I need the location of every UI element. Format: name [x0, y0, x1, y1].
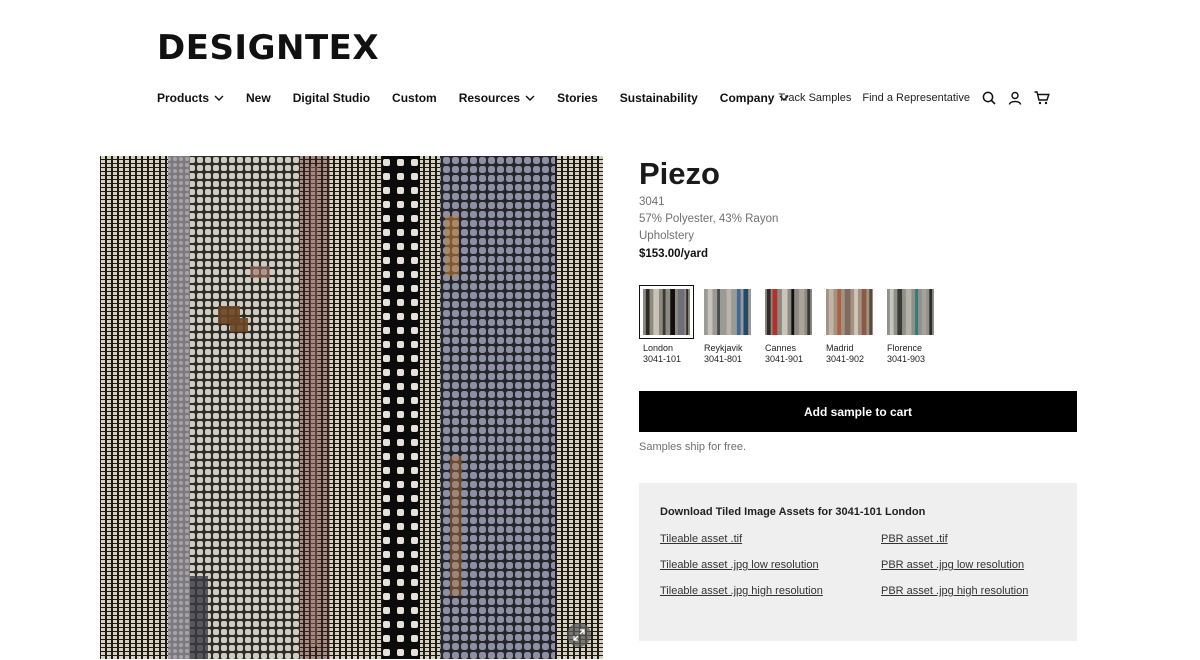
product-image[interactable]	[100, 156, 603, 659]
expand-icon	[573, 629, 585, 641]
pbr-jpg-high-link[interactable]: PBR asset .jpg high resolution	[881, 585, 1081, 597]
swatch-image	[700, 285, 755, 339]
swatch-name: London	[643, 343, 674, 353]
tileable-jpg-low-link[interactable]: Tileable asset .jpg low resolution	[660, 559, 881, 571]
swatch-name: Reykjavik	[704, 343, 743, 353]
swatch-image	[883, 285, 938, 339]
utility-nav: Track Samples Find a Representative	[767, 89, 1050, 107]
nav-products-label: Products	[157, 91, 210, 105]
download-assets-panel: Download Tiled Image Assets for 3041-101…	[639, 483, 1077, 641]
download-assets-title: Download Tiled Image Assets for 3041-101…	[660, 506, 926, 518]
nav-stories[interactable]: Stories	[557, 91, 598, 105]
nav-digital-studio-label: Digital Studio	[292, 91, 371, 105]
nav-new-label: New	[246, 91, 271, 105]
download-links: Tileable asset .tif PBR asset .tif Tilea…	[660, 533, 1056, 597]
pbr-jpg-low-link[interactable]: PBR asset .jpg low resolution	[881, 559, 1081, 571]
nav-new[interactable]: New	[246, 91, 271, 105]
swatch-florence[interactable]: Florence 3041-903	[883, 285, 938, 365]
swatch-image	[761, 285, 816, 339]
swatch-image	[639, 285, 694, 339]
swatch-name: Madrid	[826, 343, 854, 353]
product-number: 3041	[639, 196, 665, 208]
nav-stories-label: Stories	[557, 91, 598, 105]
product-price: $153.00/yard	[639, 248, 709, 260]
product-title: Piezo	[639, 156, 720, 191]
fabric-texture-image	[100, 156, 603, 659]
swatch-cannes[interactable]: Cannes 3041-901	[761, 285, 816, 365]
nav-resources-label: Resources	[458, 91, 521, 105]
nav-products[interactable]: Products	[157, 91, 224, 105]
chevron-down-icon	[214, 95, 224, 101]
nav-custom[interactable]: Custom	[392, 91, 437, 105]
product-details: Piezo 3041 57% Polyester, 43% Rayon Upho…	[639, 156, 1079, 641]
swatch-image	[822, 285, 877, 339]
nav-sustainability[interactable]: Sustainability	[620, 91, 698, 105]
search-icon[interactable]	[982, 91, 996, 105]
product-content: 57% Polyester, 43% Rayon	[639, 213, 779, 225]
swatch-madrid[interactable]: Madrid 3041-902	[822, 285, 877, 365]
track-samples-link[interactable]: Track Samples	[778, 92, 851, 104]
nav-sustainability-label: Sustainability	[619, 91, 698, 105]
swatch-reykjavik[interactable]: Reykjavik 3041-801	[700, 285, 755, 365]
swatch-name: Cannes	[765, 343, 797, 353]
nav-custom-label: Custom	[392, 91, 437, 105]
designtex-logo[interactable]: DESIGNTEX	[157, 30, 379, 66]
swatch-code: 3041-101	[643, 354, 682, 364]
product-application: Upholstery	[639, 230, 694, 242]
colorway-swatches: London 3041-101 Reykjavik 3041-801 Canne…	[639, 285, 1079, 365]
swatch-code: 3041-901	[765, 354, 804, 364]
user-icon[interactable]	[1008, 91, 1022, 105]
main-nav: Products New Digital Studio Custom Resou…	[157, 89, 811, 107]
swatch-name: Florence	[887, 343, 923, 353]
chevron-down-icon	[525, 95, 535, 101]
nav-company-label: Company	[719, 91, 775, 105]
swatch-london[interactable]: London 3041-101	[639, 285, 694, 365]
swatch-code: 3041-903	[887, 354, 926, 364]
find-representative-link[interactable]: Find a Representative	[862, 92, 970, 104]
tileable-jpg-high-link[interactable]: Tileable asset .jpg high resolution	[660, 585, 881, 597]
expand-image-button[interactable]	[567, 623, 591, 647]
nav-resources[interactable]: Resources	[459, 91, 535, 105]
cart-icon[interactable]	[1034, 91, 1050, 105]
tileable-tif-link[interactable]: Tileable asset .tif	[660, 533, 881, 545]
pbr-tif-link[interactable]: PBR asset .tif	[881, 533, 1081, 545]
add-sample-to-cart-button[interactable]: Add sample to cart	[639, 391, 1077, 432]
swatch-code: 3041-902	[826, 354, 865, 364]
swatch-code: 3041-801	[704, 354, 743, 364]
shipping-note: Samples ship for free.	[639, 441, 746, 453]
nav-digital-studio[interactable]: Digital Studio	[293, 91, 370, 105]
